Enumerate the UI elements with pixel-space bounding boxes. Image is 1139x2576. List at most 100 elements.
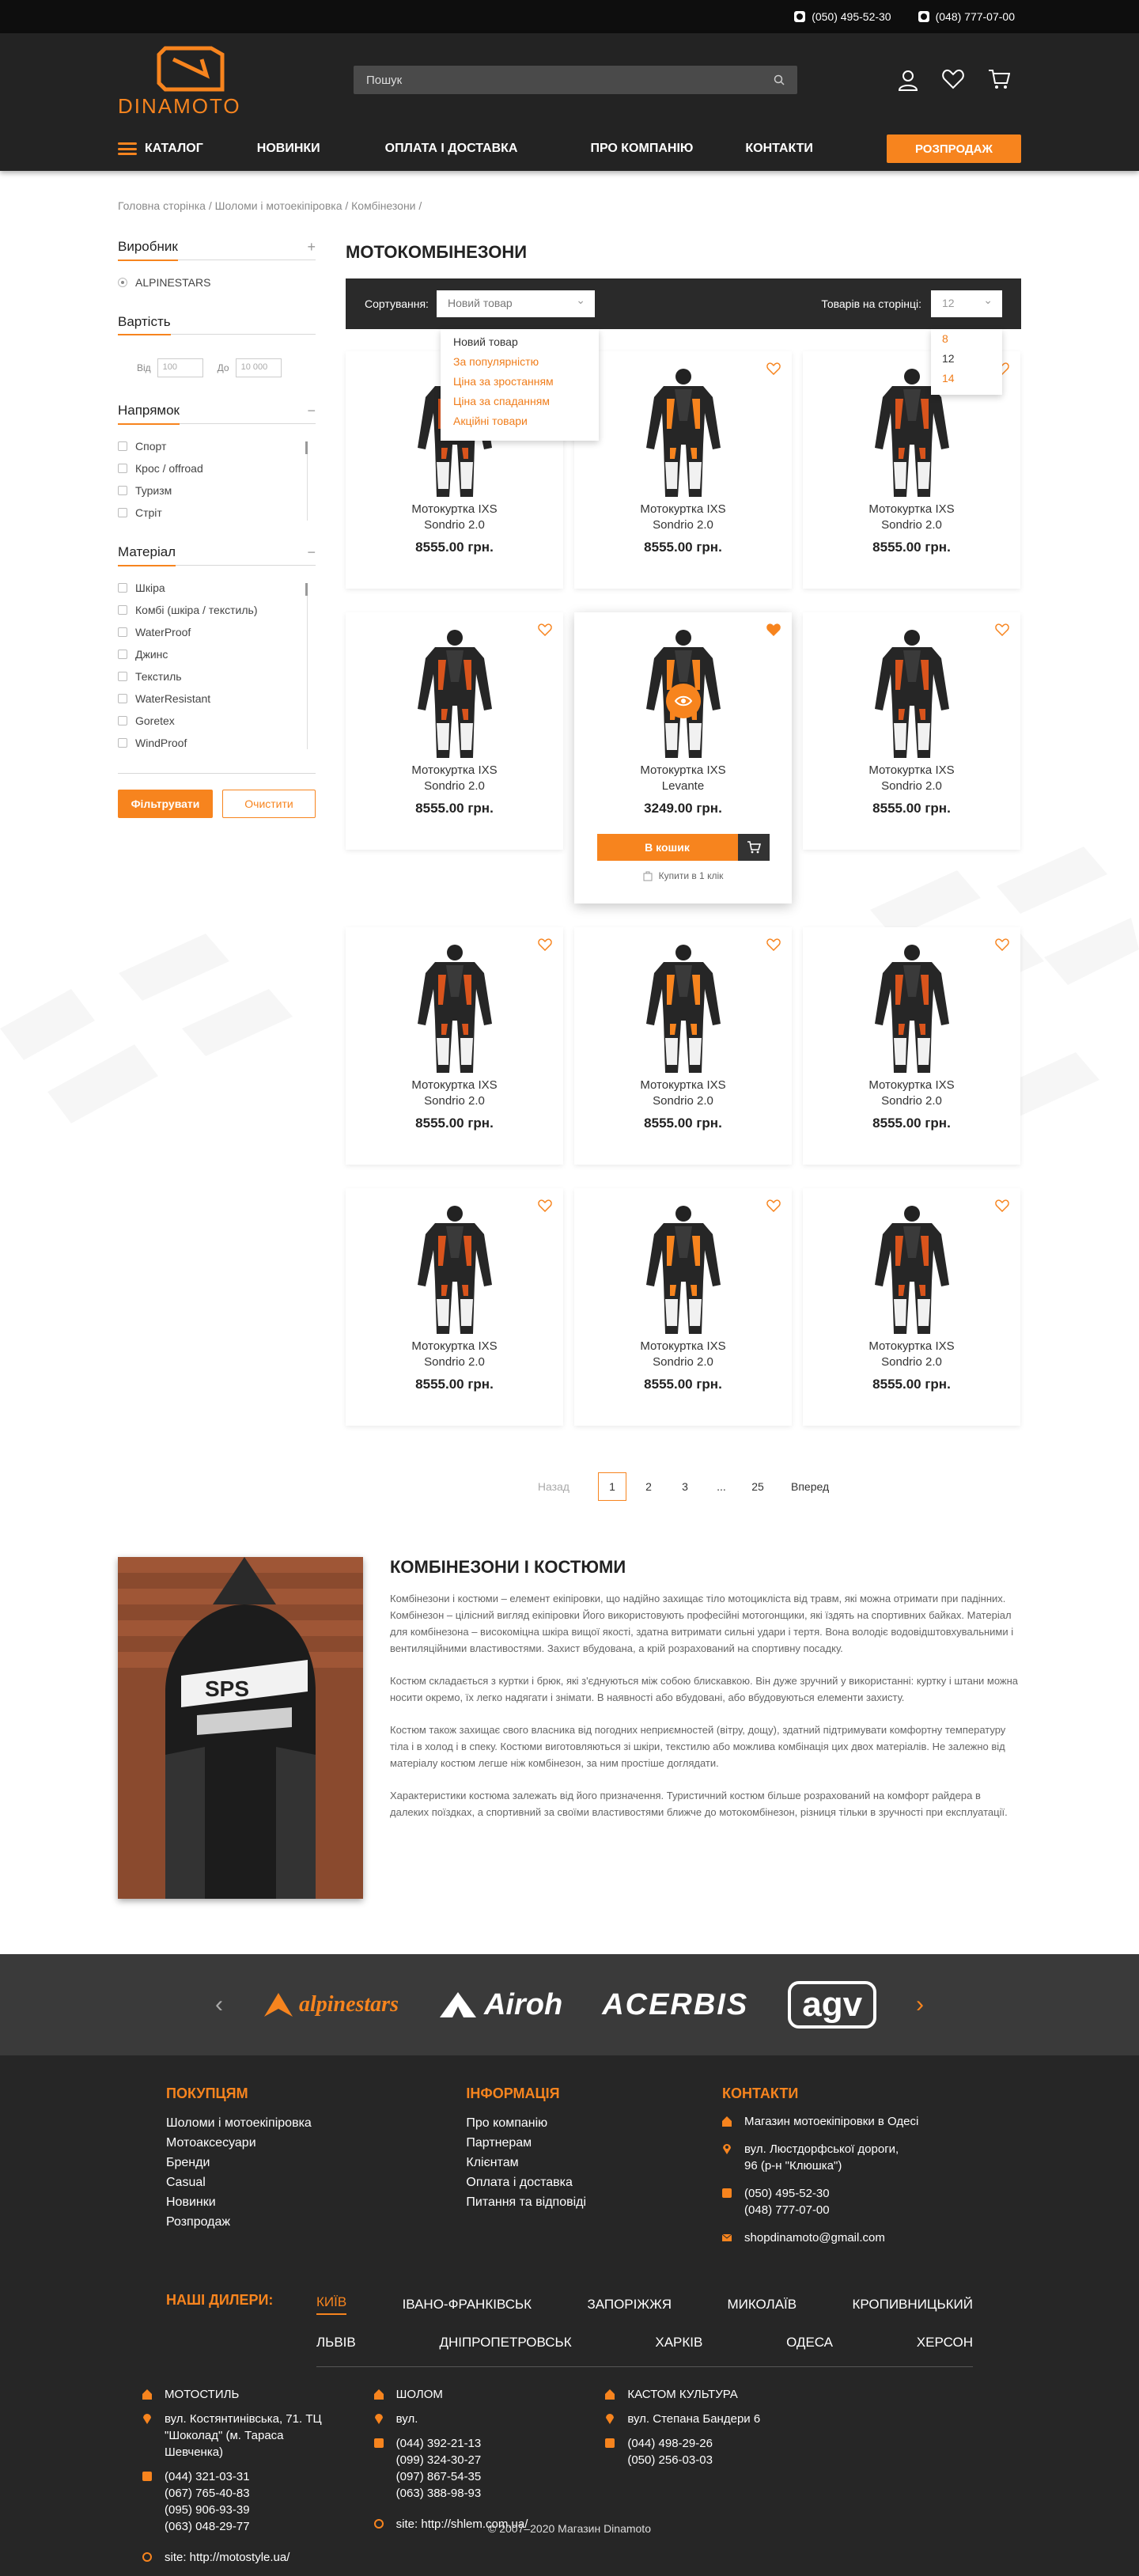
city-tab[interactable]: ХАРКІВ [655,2335,702,2351]
footer-link[interactable]: Розпродаж [166,2212,466,2232]
collapse-icon[interactable]: − [307,403,316,419]
wishlist-heart-icon[interactable] [766,362,781,375]
product-name[interactable]: Мотокуртка IXS [346,1339,563,1354]
price-from-input[interactable]: 100 [157,358,203,377]
filter-option-combo[interactable]: Комбі (шкіра / текстиль) [118,599,316,621]
expand-icon[interactable]: + [307,239,316,256]
product-card[interactable]: Мотокуртка IXS Sondrio 2.0 8555.00 грн. [574,351,792,589]
product-name[interactable]: Мотокуртка IXS [574,1339,792,1354]
filter-option-touring[interactable]: Туризм [118,479,316,502]
filter-option-waterproof[interactable]: WaterProof [118,621,316,643]
product-model[interactable]: Sondrio 2.0 [346,1093,563,1109]
product-name[interactable]: Мотокуртка IXS [574,1078,792,1093]
wishlist-heart-icon[interactable] [538,1199,552,1212]
brand-agv[interactable]: agv [788,1981,877,2029]
footer-link[interactable]: Casual [166,2173,466,2192]
sort-select[interactable]: Новий товар [436,290,595,317]
dealer-phone[interactable]: (097) 867-54-35 [396,2470,482,2483]
footer-link[interactable]: Питання та відповіді [466,2192,722,2212]
dealer-phone[interactable]: (095) 906-93-39 [165,2503,250,2517]
per-page-option[interactable]: 12 [942,352,991,372]
product-model[interactable]: Sondrio 2.0 [346,778,563,794]
city-tab[interactable]: ОДЕСА [786,2335,833,2351]
filter-option-textile[interactable]: Текстиль [118,665,316,688]
user-icon[interactable] [898,69,918,91]
footer-link[interactable]: Бренди [166,2153,466,2173]
product-model[interactable]: Sondrio 2.0 [574,517,792,533]
wishlist-heart-icon[interactable] [995,938,1009,951]
product-model[interactable]: Levante [574,778,792,794]
footer-link[interactable]: Партнерам [466,2133,722,2153]
radio[interactable] [118,278,127,287]
product-model[interactable]: Sondrio 2.0 [803,1093,1020,1109]
phone-2[interactable]: (048) 777-07-00 [918,10,1015,23]
filter-option-jeans[interactable]: Джинс [118,643,316,665]
city-tab-kyiv[interactable]: КИЇВ [316,2294,347,2315]
scrollbar[interactable] [305,583,308,596]
page-1[interactable]: 1 [597,1472,626,1501]
product-card[interactable]: Мотокуртка IXS Levante 3249.00 грн. В кошик… [574,612,792,903]
filter-option-windproof[interactable]: WindProof [118,732,316,754]
product-name[interactable]: Мотокуртка IXS [346,502,563,517]
dealer-phone[interactable]: (050) 256-03-03 [627,2453,713,2467]
footer-link[interactable]: Оплата і доставка [466,2173,722,2192]
product-model[interactable]: Sondrio 2.0 [574,1093,792,1109]
product-model[interactable]: Sondrio 2.0 [346,1354,563,1370]
pagination-prev[interactable]: Назад [538,1480,570,1493]
product-name[interactable]: Мотокуртка IXS [803,1339,1020,1354]
catalog-menu[interactable]: КАТАЛОГ [118,142,203,156]
nav-contacts[interactable]: КОНТАКТИ [745,142,813,156]
per-page-select[interactable]: 12 [931,290,1002,317]
wishlist-heart-icon[interactable] [995,1199,1009,1212]
product-model[interactable]: Sondrio 2.0 [803,517,1020,533]
filter-option-leather[interactable]: Шкіра [118,577,316,599]
footer-link[interactable]: Клієнтам [466,2153,722,2173]
product-model[interactable]: Sondrio 2.0 [803,778,1020,794]
buy-one-click[interactable]: Купити в 1 клік [574,870,792,881]
wishlist-heart-icon[interactable] [538,938,552,951]
carousel-next-icon[interactable]: › [916,1991,924,2018]
wishlist-heart-icon[interactable] [538,623,552,636]
price-to-input[interactable]: 10 000 [235,358,282,377]
city-tab[interactable]: МИКОЛАЇВ [727,2297,797,2313]
nav-about[interactable]: ПРО КОМПАНІЮ [590,142,693,156]
logo[interactable]: DINAMOTO [118,44,276,116]
nav-new[interactable]: НОВИНКИ [257,142,320,156]
product-card[interactable]: Мотокуртка IXS Sondrio 2.0 8555.00 грн. [803,927,1020,1165]
product-model[interactable]: Sondrio 2.0 [803,1354,1020,1370]
brand-acerbis[interactable]: ACERBIS [602,1988,748,2022]
sort-option[interactable]: Акційні товари [453,415,586,434]
dealer-site[interactable]: site: http://motostyle.ua/ [165,2549,289,2566]
dealer-phone[interactable]: (044) 321-03-31 [165,2470,250,2483]
product-card[interactable]: Мотокуртка IXS Sondrio 2.0 8555.00 грн. [346,927,563,1165]
filter-option-goretex[interactable]: Goretex [118,710,316,732]
city-tab[interactable]: ДНІПРОПЕТРОВСЬК [439,2335,571,2351]
product-card[interactable]: Мотокуртка IXS Sondrio 2.0 8555.00 грн. [803,1188,1020,1426]
filter-option-sport[interactable]: Спорт [118,435,316,457]
footer-link[interactable]: Про компанію [466,2113,722,2133]
city-tab[interactable]: КРОПИВНИЦЬКИЙ [853,2297,973,2313]
dealer-phone[interactable]: (044) 498-29-26 [627,2437,713,2450]
product-name[interactable]: Мотокуртка IXS [574,763,792,778]
city-tab[interactable]: ЛЬВІВ [316,2335,356,2351]
wishlist-heart-icon[interactable] [766,1199,781,1212]
filter-option-waterresistant[interactable]: WaterResistant [118,688,316,710]
heart-icon[interactable] [942,69,964,89]
city-tab[interactable]: ЗАПОРІЖЖЯ [587,2297,672,2313]
sale-button[interactable]: РОЗПРОДАЖ [887,134,1021,163]
sort-option[interactable]: Ціна за спаданням [453,395,586,415]
product-name[interactable]: Мотокуртка IXS [803,763,1020,778]
filter-option-cross[interactable]: Крос / offroad [118,457,316,479]
per-page-option[interactable]: 8 [942,332,991,352]
pagination-next[interactable]: Вперед [791,1480,829,1493]
search-input[interactable]: Пошук [354,66,797,94]
add-to-cart-button[interactable]: В кошик [596,834,738,861]
wishlist-heart-icon[interactable] [995,623,1009,636]
footer-link[interactable]: Новинки [166,2192,466,2212]
phone-1[interactable]: (050) 495-52-30 [794,10,891,23]
brand-airoh[interactable]: Airoh [438,1988,562,2022]
filter-clear-button[interactable]: Очистити [222,790,316,818]
search-icon[interactable] [774,74,785,85]
carousel-prev-icon[interactable]: ‹ [215,1991,223,2018]
cart-icon[interactable] [737,834,770,861]
